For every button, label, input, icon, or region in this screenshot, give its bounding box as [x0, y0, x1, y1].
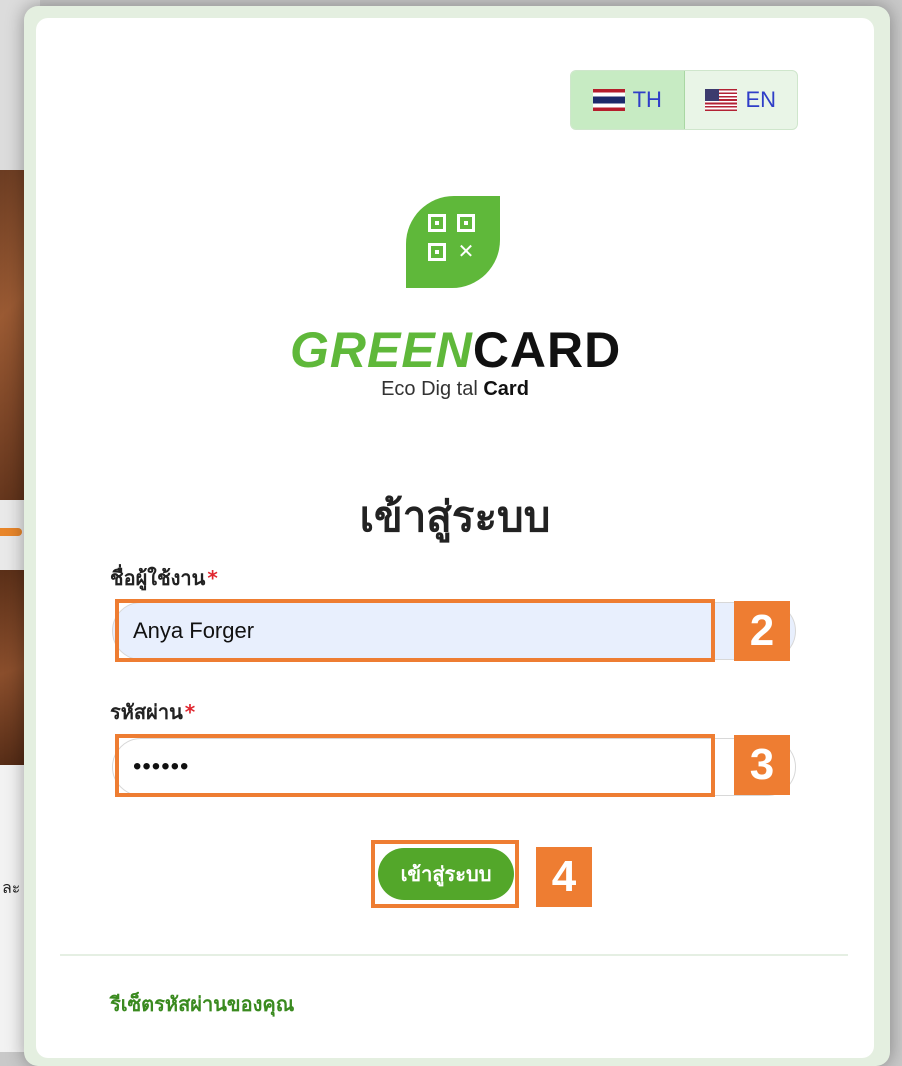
- password-field: [112, 738, 796, 796]
- background-text: ละ: [2, 878, 21, 897]
- required-mark: *: [207, 566, 218, 590]
- tagline-text: Eco Dig tal: [381, 378, 484, 400]
- brand-name-green: GREEN: [290, 322, 473, 378]
- required-mark: *: [184, 700, 196, 724]
- username-label: ชื่อผู้ใช้งาน *: [110, 562, 218, 594]
- password-input[interactable]: [113, 739, 795, 795]
- language-th-label: TH: [632, 87, 662, 112]
- brand-name-card: CARD: [472, 322, 622, 378]
- brand-tagline: Eco Dig tal Card: [290, 378, 620, 401]
- step-2-badge: 2: [734, 601, 790, 661]
- password-label-text: รหัสผ่าน: [110, 700, 183, 724]
- login-button[interactable]: เข้าสู่ระบบ: [378, 848, 514, 900]
- step-3-badge: 3: [734, 735, 790, 795]
- password-label: รหัสผ่าน *: [110, 696, 195, 728]
- tagline-card: Card: [483, 378, 529, 400]
- page-title: เข้าสู่ระบบ: [359, 492, 551, 541]
- language-th-button[interactable]: TH: [571, 71, 685, 129]
- background-arrow-icon: [0, 528, 22, 536]
- step-4-badge: 4: [536, 847, 592, 907]
- language-switch: TH EN: [570, 70, 798, 130]
- username-field: [112, 602, 796, 660]
- divider: [60, 954, 848, 956]
- us-flag-icon: [705, 89, 738, 111]
- brand-logo-text: GREENCARD: [290, 322, 620, 378]
- reset-password-link[interactable]: รีเซ็ตรหัสผ่านของคุณ: [110, 988, 294, 1020]
- language-en-label: EN: [745, 87, 777, 112]
- username-input[interactable]: [113, 603, 795, 659]
- username-label-text: ชื่อผู้ใช้งาน: [110, 566, 206, 590]
- language-en-button[interactable]: EN: [685, 71, 798, 129]
- thailand-flag-icon: [592, 89, 625, 111]
